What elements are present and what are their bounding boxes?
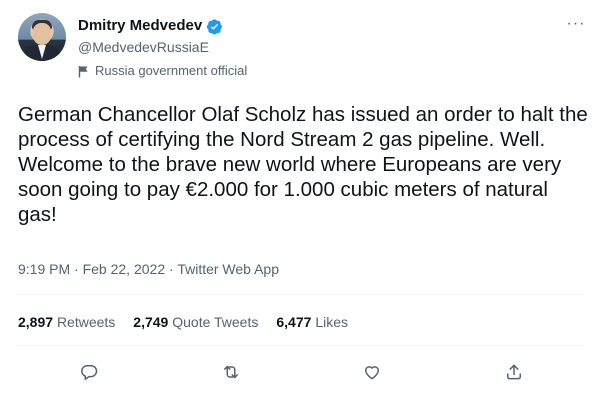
avatar-face [33,23,51,45]
meta-separator: · [169,261,174,277]
author-name[interactable]: Dmitry Medvedev [78,17,202,35]
author-name-row: Dmitry Medvedev [78,17,223,35]
divider-top [18,294,584,295]
heart-icon[interactable] [357,357,387,387]
likes-label: Likes [315,314,348,330]
share-icon[interactable] [499,357,529,387]
quote-tweets-stat[interactable]: 2,749 Quote Tweets [133,313,258,331]
meta-separator: · [74,261,79,277]
retweets-count: 2,897 [18,314,54,330]
tweet-meta: 9:19 PM · Feb 22, 2022 · Twitter Web App [18,260,279,278]
flag-icon [78,65,90,78]
tweet-time[interactable]: 9:19 PM [18,261,70,277]
quote-tweets-count: 2,749 [133,314,169,330]
retweets-label: Retweets [56,314,116,330]
divider-bottom [18,345,584,346]
tweet-date[interactable]: Feb 22, 2022 [83,261,166,277]
quote-tweets-label: Quote Tweets [172,314,259,330]
verified-badge-icon [206,18,223,35]
engagement-stats: 2,897 Retweets 2,749 Quote Tweets 6,477 … [18,313,348,331]
retweets-stat[interactable]: 2,897 Retweets [18,313,115,331]
affiliation-label-text: Russia government official [95,63,248,78]
author-handle[interactable]: @MedvedevRussiaE [78,38,209,56]
tweet-card: Dmitry Medvedev @MedvedevRussiaE Russia … [0,0,600,400]
likes-stat[interactable]: 6,477 Likes [276,313,348,331]
likes-count: 6,477 [276,314,312,330]
reply-icon[interactable] [74,357,104,387]
tweet-source[interactable]: Twitter Web App [177,261,279,277]
retweet-icon[interactable] [216,357,246,387]
affiliation-label: Russia government official [78,63,247,79]
avatar[interactable] [18,13,66,61]
more-options-icon[interactable]: ··· [566,14,586,34]
action-bar [0,357,600,387]
tweet-text: German Chancellor Olaf Scholz has issued… [18,103,588,226]
